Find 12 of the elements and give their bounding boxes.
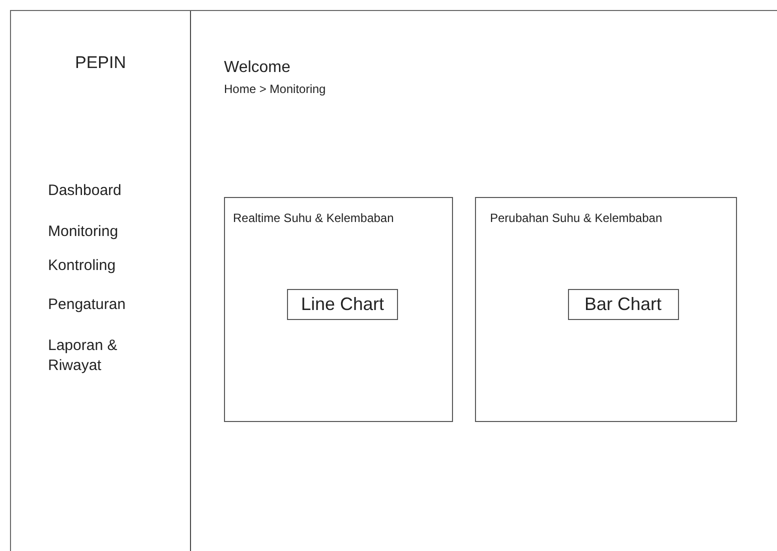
nav-link[interactable]: Pengaturan [48,295,138,315]
nav-link[interactable]: Dashboard [48,181,138,201]
nav-link[interactable]: Kontroling [48,256,138,276]
card-title: Realtime Suhu & Kelembaban [233,211,395,225]
nav-link[interactable]: Monitoring [48,222,138,242]
page-title: Welcome [224,59,292,77]
breadcrumb: Home > Monitoring [224,82,327,96]
chart-label: Bar Chart [568,289,678,320]
chart-label: Line Chart [287,289,398,320]
nav-link[interactable]: Laporan & Riwayat [48,336,138,376]
logo-text: PEPIN [74,53,126,73]
card-title: Perubahan Suhu & Kelembaban [490,211,664,225]
